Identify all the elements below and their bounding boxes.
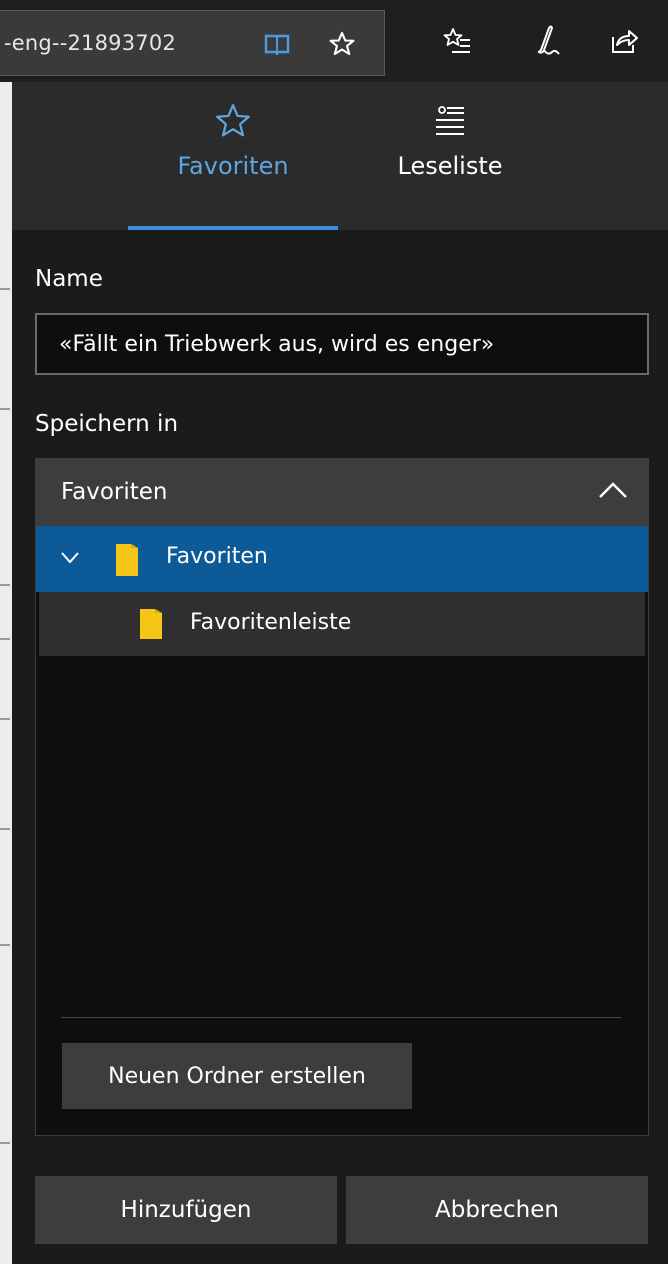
hub-tabs: Favoriten Leseliste — [12, 82, 668, 230]
chevron-up-icon — [598, 479, 628, 505]
folder-icon — [139, 608, 163, 644]
tree-item-label: Favoritenleiste — [190, 610, 352, 635]
cancel-button[interactable]: Abbrechen — [346, 1176, 648, 1244]
name-label: Name — [35, 266, 103, 292]
share-icon[interactable] — [606, 24, 640, 58]
tab-reading-list[interactable]: Leseliste — [362, 82, 538, 230]
favorites-hub-icon[interactable] — [441, 25, 473, 57]
address-text: -eng--21893702 — [4, 31, 176, 55]
background-page-edge — [0, 82, 12, 1264]
divider — [61, 1017, 621, 1018]
tree-item-label: Favoriten — [166, 544, 268, 569]
reading-list-icon — [362, 102, 538, 138]
folder-picker: Favoriten Favoriten Favoritenleiste Neue… — [35, 458, 649, 1136]
add-favorite-panel: Favoriten Leseliste Name Speichern in Fa… — [12, 82, 668, 1264]
star-outline-icon — [128, 102, 338, 140]
add-button[interactable]: Hinzufügen — [35, 1176, 337, 1244]
chevron-down-icon[interactable] — [60, 550, 80, 569]
address-bar[interactable]: -eng--21893702 — [0, 10, 385, 76]
browser-toolbar: -eng--21893702 — [0, 0, 668, 82]
tree-item-favorites-bar[interactable]: Favoritenleiste — [39, 592, 645, 656]
new-folder-button[interactable]: Neuen Ordner erstellen — [62, 1043, 412, 1109]
save-in-label: Speichern in — [35, 411, 179, 437]
web-note-icon[interactable] — [527, 24, 561, 60]
name-field[interactable] — [35, 313, 649, 375]
selected-folder-label: Favoriten — [61, 479, 168, 505]
active-tab-indicator — [128, 226, 338, 230]
reading-view-icon[interactable] — [262, 31, 292, 57]
tree-item-favorites[interactable]: Favoriten — [36, 526, 648, 592]
tab-reading-list-label: Leseliste — [397, 152, 503, 180]
tab-favorites-label: Favoriten — [177, 152, 289, 180]
favorite-star-icon[interactable] — [326, 29, 358, 59]
folder-icon — [115, 543, 139, 581]
tab-favorites[interactable]: Favoriten — [128, 82, 338, 230]
folder-dropdown[interactable]: Favoriten — [36, 459, 648, 526]
